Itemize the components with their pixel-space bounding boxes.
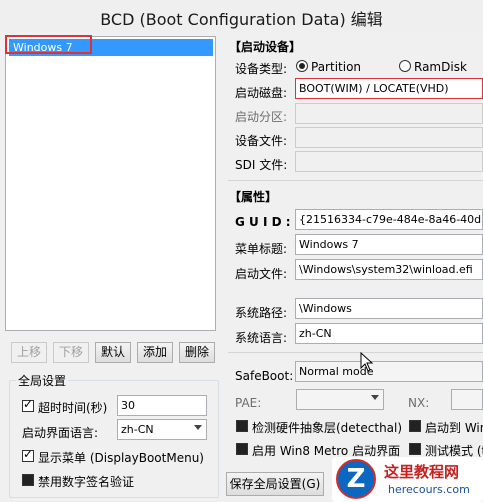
sdi-file-input[interactable] [295, 151, 483, 172]
boot-to-label: 启动到 Win [425, 421, 483, 435]
pae-label: PAE: [235, 396, 262, 410]
pae-select[interactable] [296, 389, 384, 410]
no-sig-checkbox[interactable] [22, 474, 34, 486]
ramdisk-radio[interactable] [399, 60, 411, 72]
detect-hal-checkbox[interactable] [236, 420, 248, 432]
menu-title-label: 菜单标题: [235, 242, 288, 256]
boot-file-label: 启动文件: [235, 267, 288, 281]
test-mode-checkbox[interactable] [409, 443, 421, 455]
safeboot-select[interactable]: Normal mode [295, 361, 483, 382]
watermark-url: herecours.com [388, 483, 470, 496]
sys-path-label: 系统路径: [235, 306, 288, 320]
sdi-file-label: SDI 文件: [235, 158, 288, 172]
properties-title: 【属性】 [229, 190, 278, 204]
show-menu-label: 显示菜单 (DisplayBootMenu) [38, 451, 204, 465]
chevron-down-icon [194, 425, 202, 430]
save-global-button[interactable]: 保存全局设置(G) [226, 472, 324, 496]
device-type-label: 设备类型: [235, 62, 288, 76]
title-bar: BCD (Boot Configuration Data) 编辑 [0, 0, 483, 32]
boot-disk-select[interactable]: BOOT(WIM) / LOCATE(VHD) [295, 78, 483, 99]
detect-hal-label: 检测硬件抽象层(detecthal) [252, 421, 403, 435]
timeout-input[interactable]: 30 [117, 395, 207, 416]
mouse-cursor-icon [360, 352, 374, 372]
partition-radio[interactable] [296, 60, 308, 72]
move-up-button[interactable]: 上移 [11, 342, 47, 363]
highlight-annotation [5, 35, 92, 54]
boot-device-title: 【启动设备】 [229, 40, 302, 54]
move-down-button[interactable]: 下移 [53, 342, 89, 363]
boot-file-input[interactable]: \Windows\system32\winload.efi [295, 259, 483, 280]
boot-entries-list[interactable]: Windows 7 [5, 36, 216, 331]
guid-label: G U I D : [235, 215, 291, 229]
watermark-title: 这里教程网 [384, 463, 460, 481]
boot-disk-value: BOOT(WIM) / LOCATE(VHD) [299, 82, 449, 95]
divider [228, 352, 483, 353]
boot-lang-value: zh-CN [121, 423, 154, 436]
ramdisk-label: RamDisk [414, 60, 467, 74]
boot-partition-select[interactable] [295, 103, 483, 124]
watermark-logo-icon: Z [336, 459, 376, 499]
boot-to-checkbox[interactable] [409, 420, 421, 432]
no-sig-label: 禁用数字签名验证 [38, 475, 135, 489]
show-menu-checkbox[interactable] [22, 447, 34, 462]
timeout-label: 超时时间(秒) [38, 401, 108, 415]
default-button[interactable]: 默认 [95, 342, 131, 363]
device-file-input[interactable] [295, 127, 483, 148]
global-settings-title: 全局设置 [16, 372, 69, 389]
window-title: BCD (Boot Configuration Data) 编辑 [100, 10, 383, 29]
nx-select[interactable] [451, 389, 483, 410]
boot-lang-select[interactable]: zh-CN [117, 419, 207, 440]
nx-label: NX: [408, 396, 430, 410]
timeout-checkbox[interactable] [22, 397, 34, 412]
sys-path-input[interactable]: \Windows [295, 298, 483, 319]
add-button[interactable]: 添加 [137, 342, 173, 363]
chevron-down-icon [371, 395, 379, 400]
boot-disk-label: 启动磁盘: [235, 86, 288, 100]
watermark: Z 这里教程网 herecours.com [332, 457, 483, 502]
safeboot-label: SafeBoot: [235, 369, 294, 383]
boot-partition-label: 启动分区: [235, 110, 288, 124]
sys-lang-label: 系统语言: [235, 331, 288, 345]
delete-button[interactable]: 删除 [179, 342, 215, 363]
device-file-label: 设备文件: [235, 134, 288, 148]
divider [228, 180, 483, 181]
partition-label: Partition [311, 60, 362, 74]
menu-title-input[interactable]: Windows 7 [295, 234, 483, 255]
boot-lang-label: 启动界面语言: [22, 426, 99, 440]
win8-metro-checkbox[interactable] [236, 443, 248, 455]
guid-input[interactable]: {21516334-c79e-484e-8a46-40d5515c [295, 209, 483, 230]
sys-lang-select[interactable]: zh-CN [295, 323, 483, 344]
